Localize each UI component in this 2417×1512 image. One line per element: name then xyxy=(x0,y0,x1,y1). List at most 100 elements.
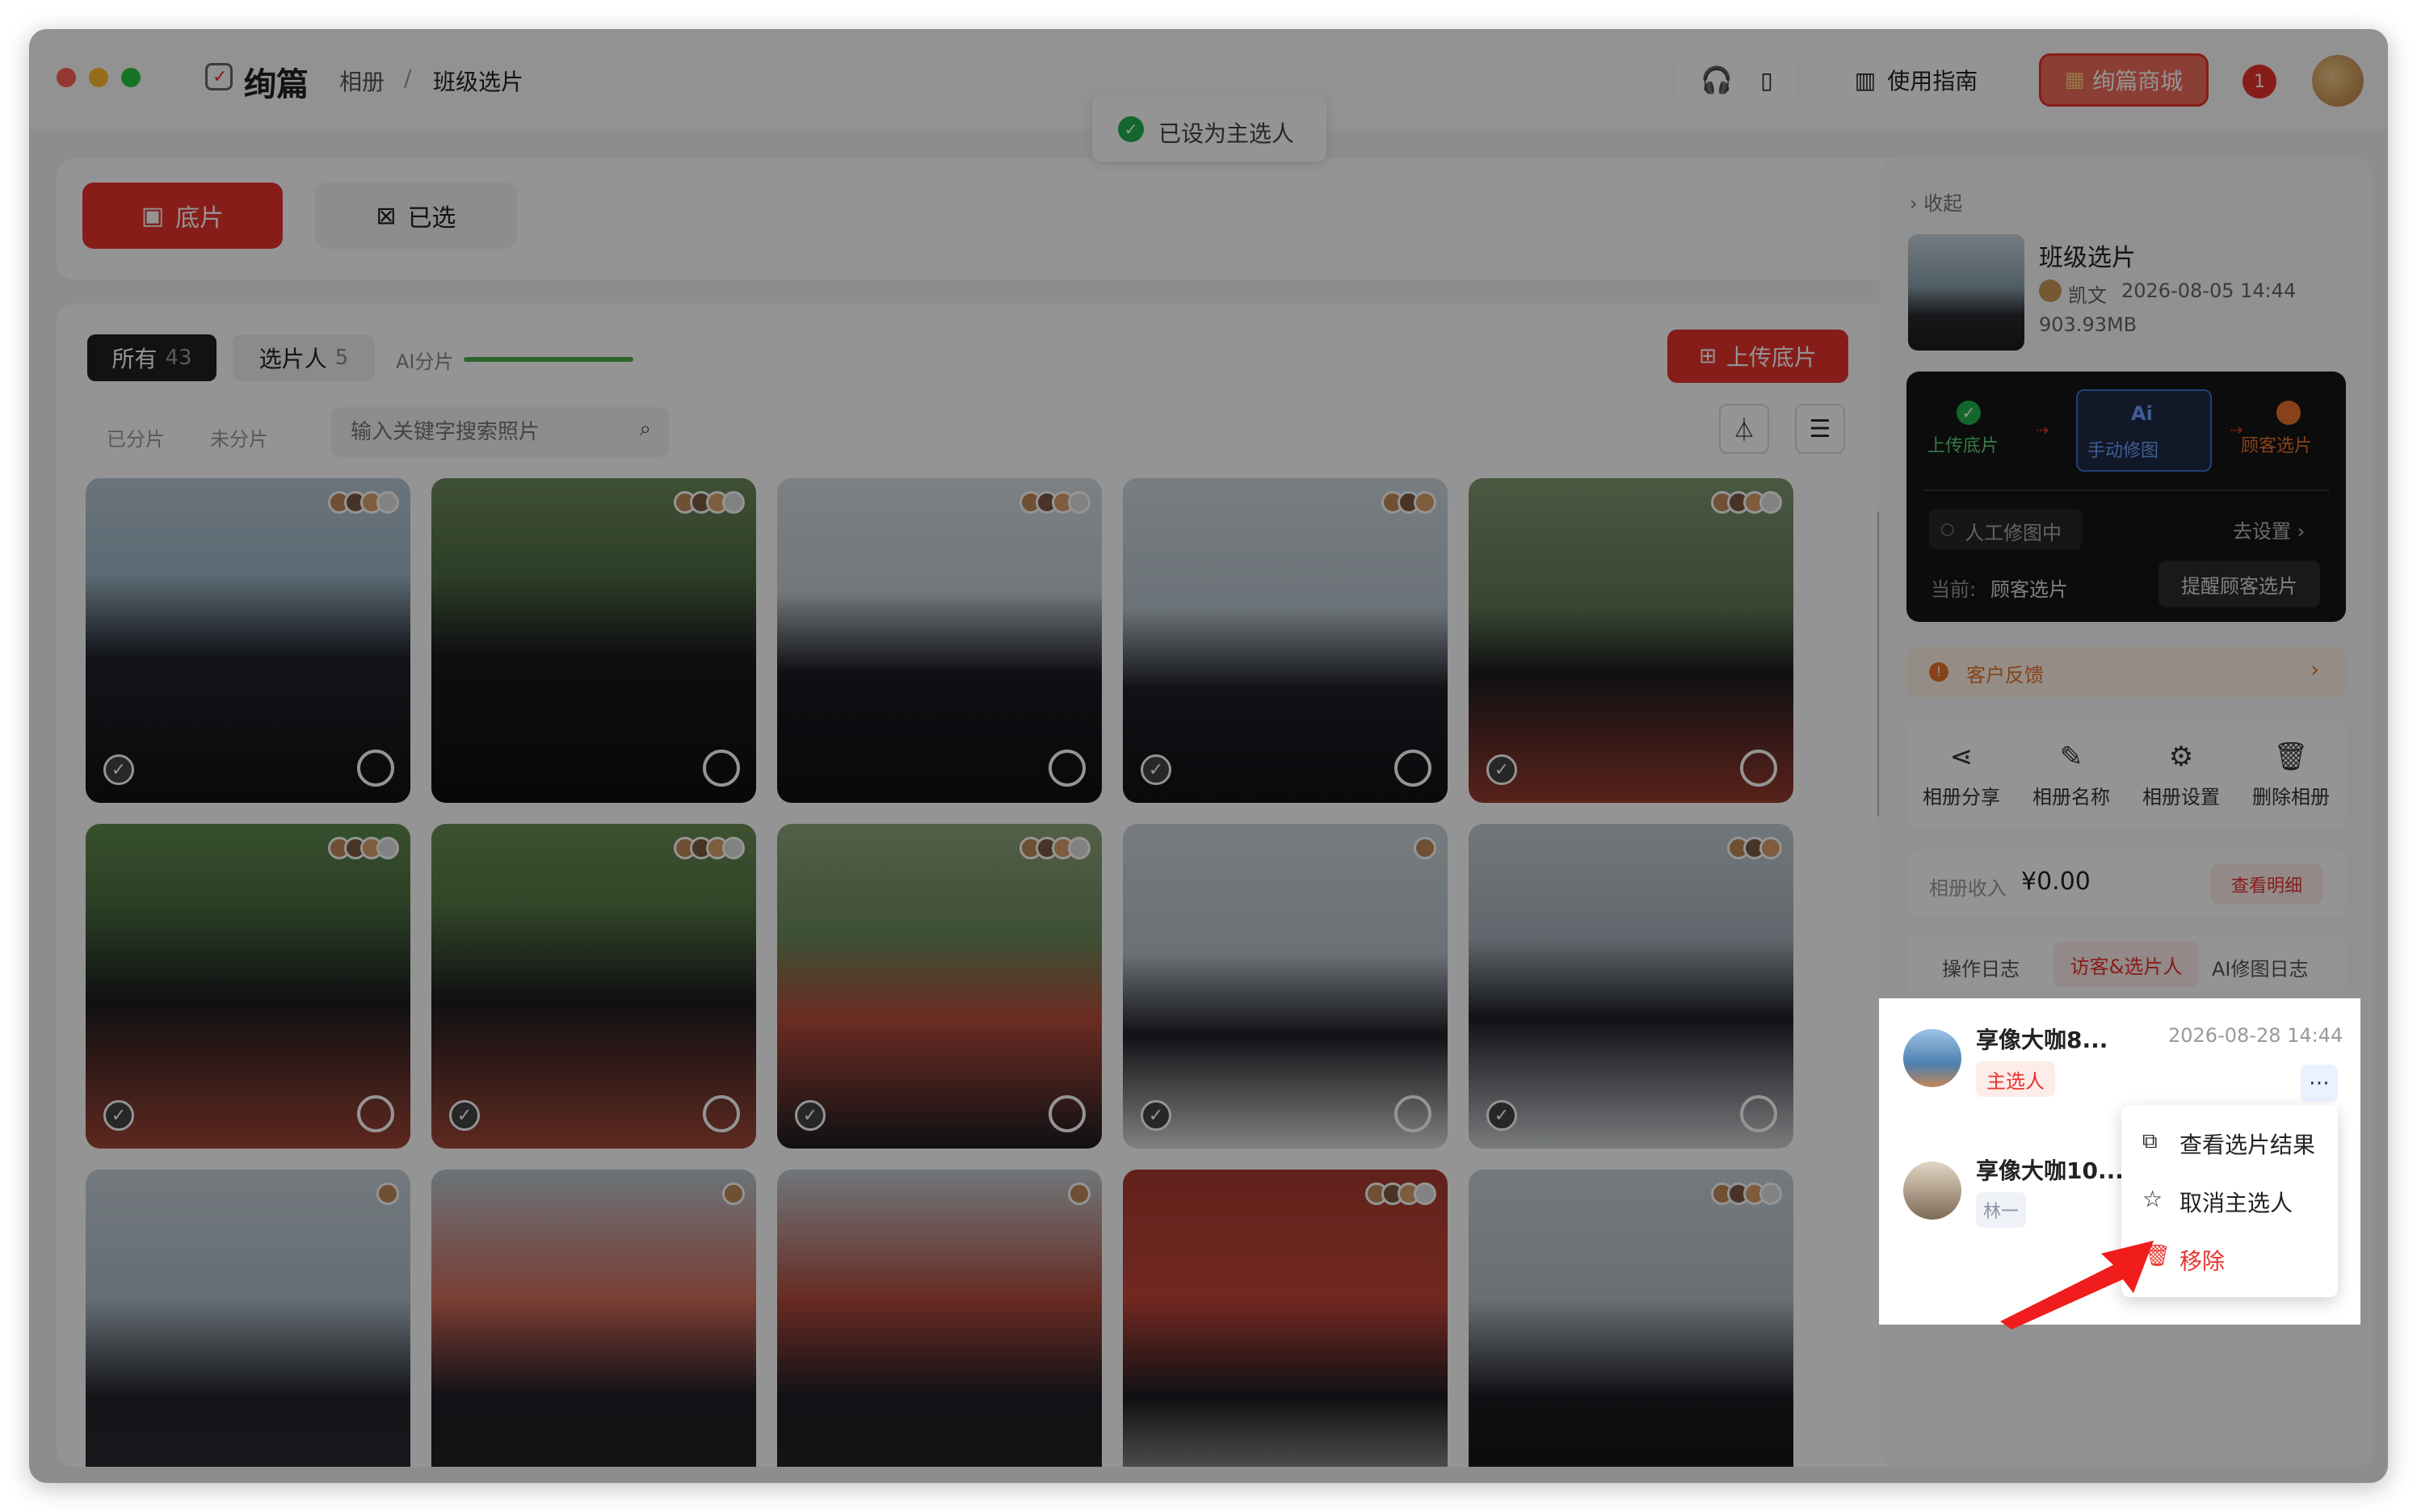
photo-thumbnail[interactable]: ✓ xyxy=(1123,824,1448,1149)
income-detail-button[interactable]: 查看明细 xyxy=(2210,864,2323,905)
maximize-window-button[interactable] xyxy=(121,68,141,87)
select-toggle[interactable] xyxy=(1740,1095,1777,1132)
selected-check-icon: ✓ xyxy=(1486,754,1517,785)
log-tabs: 操作日志 访客&选片人 AI修图日志 xyxy=(1906,935,2346,993)
image-check-icon: ⊠ xyxy=(376,201,397,230)
visitor-avatar xyxy=(1903,1161,1961,1220)
album-action-2[interactable]: ⚙ 相册设置 xyxy=(2126,720,2236,829)
breadcrumb-current: 班级选片 xyxy=(433,69,524,95)
select-toggle[interactable] xyxy=(1049,1095,1086,1132)
select-toggle[interactable] xyxy=(1394,750,1431,787)
photo-thumbnail[interactable] xyxy=(1123,1170,1448,1467)
photo-thumbnail[interactable]: ✓ xyxy=(431,824,756,1149)
select-toggle[interactable] xyxy=(703,750,740,787)
avatar xyxy=(376,837,399,859)
breadcrumb-separator: / xyxy=(404,65,412,91)
main-selector-tag: 主选人 xyxy=(1976,1061,2055,1097)
album-action-1[interactable]: ✎ 相册名称 xyxy=(2016,720,2126,829)
select-toggle[interactable] xyxy=(1394,1095,1431,1132)
tab-selected[interactable]: ⊠ 已选 xyxy=(315,183,517,249)
menu-list-icon[interactable]: ☰ xyxy=(1795,404,1845,454)
select-toggle[interactable] xyxy=(357,1095,394,1132)
mobile-icon[interactable]: ▯ xyxy=(1760,67,1772,94)
menu-item-view-result[interactable]: ⧉ 查看选片结果 xyxy=(2121,1113,2338,1170)
select-toggle[interactable] xyxy=(1049,750,1086,787)
upload-button[interactable]: ⊞ 上传底片 xyxy=(1667,330,1848,383)
filter-unsorted[interactable]: 未分片 xyxy=(210,423,268,452)
filter-icon[interactable]: ⏃ xyxy=(1719,404,1769,454)
selected-check-icon: ✓ xyxy=(103,754,134,785)
filter-all[interactable]: 所有 43 xyxy=(87,334,216,381)
action-label: 相册名称 xyxy=(2032,785,2110,808)
tab-raw[interactable]: ▣ 底片 xyxy=(82,183,283,249)
avatar xyxy=(376,491,399,514)
photo-thumbnail[interactable]: ✓ xyxy=(86,478,410,803)
avatar xyxy=(722,837,745,859)
select-toggle[interactable] xyxy=(357,750,394,787)
go-settings-link[interactable]: 去设置 › xyxy=(2233,515,2305,544)
album-owner: 凯文 xyxy=(2068,284,2107,307)
breadcrumb-album[interactable]: 相册 xyxy=(339,65,385,97)
album-action-3[interactable]: 🗑 删除相册 xyxy=(2236,720,2346,829)
close-window-button[interactable] xyxy=(57,68,76,87)
avatar xyxy=(722,1182,745,1205)
visitor-name: 享像大咖8... xyxy=(1976,1027,2108,1053)
ai-icon: Ai xyxy=(2131,402,2153,425)
album-action-0[interactable]: ⋖ 相册分享 xyxy=(1906,720,2016,829)
book-icon: ▥ xyxy=(1854,66,1877,94)
owner-avatar xyxy=(2039,279,2062,302)
shop-button[interactable]: ▦ 绚篇商城 xyxy=(2039,53,2209,107)
divider xyxy=(1923,489,2330,491)
collapse-toggle[interactable]: › 收起 xyxy=(1910,187,1962,216)
selected-check-icon: ✓ xyxy=(1141,1100,1171,1131)
notification-badge[interactable]: 1 xyxy=(2243,65,2276,99)
photo-thumbnail[interactable]: ✓ xyxy=(86,824,410,1149)
photo-thumbnail[interactable] xyxy=(431,1170,756,1467)
selector-avatars xyxy=(1414,837,1436,859)
headset-icon[interactable]: 🎧 xyxy=(1700,65,1733,95)
photo-thumbnail[interactable] xyxy=(431,478,756,803)
support-group: 🎧 ▯ xyxy=(1677,53,1797,107)
selected-check-icon: ✓ xyxy=(103,1100,134,1131)
select-toggle[interactable] xyxy=(703,1095,740,1132)
search-icon[interactable]: ⌕ xyxy=(639,417,651,442)
photo-thumbnail[interactable] xyxy=(1469,1170,1793,1467)
more-icon[interactable]: ⋯ xyxy=(2301,1065,2338,1102)
photo-thumbnail[interactable]: ✓ xyxy=(1123,478,1448,803)
avatar xyxy=(1414,837,1436,859)
tab-operation-log[interactable]: 操作日志 xyxy=(1942,953,2020,981)
avatar xyxy=(1414,1182,1436,1205)
feedback-bar[interactable]: ! 客户反馈 › xyxy=(1906,646,2346,698)
avatar xyxy=(1068,1182,1091,1205)
copy-icon: ⧉ xyxy=(2142,1129,2158,1153)
filter-sorted[interactable]: 已分片 xyxy=(107,423,165,452)
selector-avatars xyxy=(376,1182,399,1205)
photo-thumbnail[interactable] xyxy=(777,478,1102,803)
selector-avatars xyxy=(674,837,745,859)
avatar xyxy=(1068,837,1091,859)
search-box: ⌕ xyxy=(331,407,669,457)
photo-thumbnail[interactable]: ✓ xyxy=(777,824,1102,1149)
edit-icon: ✎ xyxy=(2059,740,2083,773)
selector-avatars xyxy=(1711,491,1782,514)
photo-thumbnail[interactable]: ✓ xyxy=(1469,478,1793,803)
photo-thumbnail[interactable] xyxy=(86,1170,410,1467)
minimize-window-button[interactable] xyxy=(89,68,108,87)
user-avatar[interactable] xyxy=(2312,55,2364,107)
shop-icon: ▦ xyxy=(2064,68,2085,92)
search-input[interactable] xyxy=(351,417,617,447)
arrow-icon: ⇢ xyxy=(2036,420,2049,439)
visitor-avatar xyxy=(1903,1029,1961,1087)
gallery-card: 所有 43 选片人 5 AI分片 已分片 未分片 ⌕ ⊞ 上传底片 ⏃ ☰ ✓✓… xyxy=(57,304,1929,1467)
step-retouch[interactable]: Ai 手动修图 xyxy=(2076,389,2212,472)
tab-visitors[interactable]: 访客&选片人 xyxy=(2053,942,2199,987)
guide-button[interactable]: ▥ 使用指南 xyxy=(1826,53,2007,107)
remind-customer-button[interactable]: 提醒顾客选片 xyxy=(2158,561,2320,607)
gear-icon: ⚙ xyxy=(2168,740,2194,773)
selector-avatars xyxy=(1365,1182,1436,1205)
select-toggle[interactable] xyxy=(1740,750,1777,787)
photo-thumbnail[interactable]: ✓ xyxy=(1469,824,1793,1149)
tab-ai-log[interactable]: AI修图日志 xyxy=(2212,953,2309,981)
filter-selector[interactable]: 选片人 5 xyxy=(233,334,375,381)
photo-thumbnail[interactable] xyxy=(777,1170,1102,1467)
